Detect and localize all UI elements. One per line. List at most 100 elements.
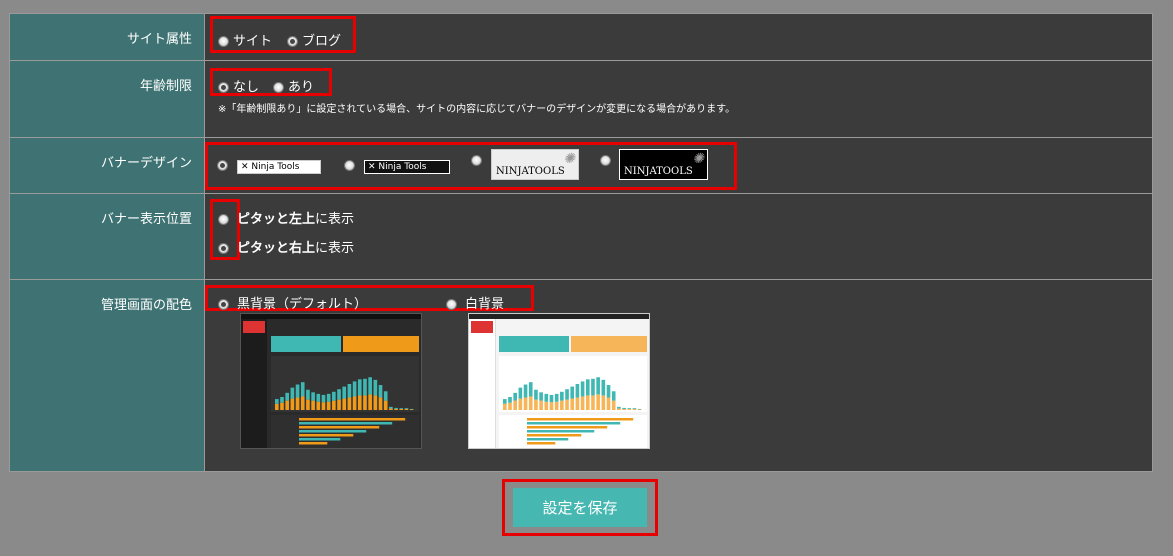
preview-hbars-light (527, 418, 634, 445)
preview-bar-teal (363, 378, 367, 396)
preview-bar-teal (300, 382, 305, 397)
preview-bar-orange (503, 403, 507, 410)
preview-bar-orange (560, 400, 564, 410)
theme-option-white[interactable]: 白背景 (446, 293, 504, 312)
preview-bar-teal (383, 391, 388, 401)
preview-topbar (469, 314, 649, 319)
banner-radio-4[interactable] (600, 155, 611, 166)
preview-hbar (299, 438, 341, 441)
preview-bar-teal (528, 382, 533, 397)
preview-bar-orange (528, 396, 533, 410)
banner-option-black-small[interactable]: ✕ Ninja Tools (364, 160, 450, 174)
age-option-none[interactable]: なし (218, 76, 259, 95)
position-right-radio[interactable] (218, 243, 229, 254)
preview-bar-teal (596, 377, 600, 395)
preview-bar-teal (585, 379, 590, 396)
preview-hbar (299, 422, 393, 425)
save-button[interactable]: 設定を保存 (513, 488, 647, 527)
banner-option-black-large[interactable]: NINJATOOLS ✺ (619, 149, 708, 180)
preview-chart-light (503, 377, 642, 410)
preview-bar-orange (617, 408, 621, 410)
preview-bar-orange (585, 395, 590, 410)
age-label: 年齢制限 (9, 60, 205, 138)
theme-cell: 黒背景（デフォルト） 白背景 (204, 279, 1153, 472)
theme-preview-dark[interactable] (240, 313, 422, 449)
preview-bar-orange (363, 395, 367, 410)
preview-bar-teal (285, 392, 289, 401)
preview-hbar (299, 434, 354, 437)
preview-bar-teal (611, 391, 616, 401)
preview-bar-teal (518, 387, 523, 399)
preview-hbars-dark (299, 418, 406, 445)
preview-bar-orange (300, 396, 305, 410)
site-attr-option-blog[interactable]: ブログ (287, 30, 341, 49)
position-cell: ピタッと左上に表示 ピタッと右上に表示 (204, 193, 1153, 280)
preview-logo (471, 321, 493, 333)
theme-black-radio[interactable] (218, 299, 229, 310)
preview-bar-orange (549, 402, 554, 410)
position-left-radio[interactable] (218, 214, 229, 225)
position-option-right[interactable]: ピタッと右上に表示 (218, 237, 354, 256)
preview-bar-teal (627, 408, 632, 409)
preview-bar-orange (373, 395, 378, 410)
theme-preview-light[interactable] (468, 313, 650, 449)
banner-radio-2[interactable] (344, 160, 355, 171)
preview-bar-teal (622, 407, 626, 409)
theme-option-black[interactable]: 黒背景（デフォルト） (218, 293, 367, 312)
banner-radio-3[interactable] (471, 155, 482, 166)
ninja-swirl-icon: ✺ (692, 151, 704, 167)
banner-option-white-small[interactable]: ✕ Ninja Tools (237, 160, 321, 174)
preview-bar-orange (534, 399, 538, 410)
age-yes-radio[interactable] (273, 82, 284, 93)
preview-bar-orange (575, 397, 580, 410)
preview-hbar (299, 430, 367, 433)
position-option-left[interactable]: ピタッと左上に表示 (218, 208, 354, 227)
site-attr-label: サイト属性 (9, 13, 205, 61)
banner-option-white-large[interactable]: NINJATOOLS ✺ (491, 149, 579, 180)
preview-bar-orange (513, 400, 517, 410)
preview-bar-teal (617, 406, 621, 409)
preview-bar-orange (311, 400, 315, 410)
preview-bar-orange (632, 408, 637, 410)
preview-bar-orange (622, 408, 626, 410)
preview-bar-orange (357, 395, 362, 410)
preview-bar-teal (560, 391, 564, 401)
preview-bar-teal (606, 385, 611, 398)
preview-bar-teal (554, 393, 559, 402)
preview-hbar (527, 438, 569, 441)
preview-bar-orange (627, 408, 632, 410)
banner-radio-1[interactable] (217, 160, 228, 171)
preview-bar-orange (394, 408, 398, 410)
preview-bar-orange (508, 402, 512, 410)
site-radio[interactable] (218, 36, 229, 47)
preview-bar-orange (565, 399, 569, 410)
preview-bar-orange (285, 400, 289, 410)
preview-bar-teal (368, 377, 372, 395)
save-highlight: 設定を保存 (502, 479, 658, 536)
preview-bar-teal (326, 393, 331, 402)
preview-bar-orange (596, 394, 600, 410)
preview-bar-teal (539, 392, 543, 401)
preview-bar-orange (383, 400, 388, 410)
preview-bar-teal (347, 384, 352, 398)
preview-bar-teal (632, 408, 637, 409)
preview-bar-teal (321, 394, 326, 403)
preview-sidebar (241, 319, 267, 448)
site-attr-option-site[interactable]: サイト (218, 30, 272, 49)
blog-radio[interactable] (287, 36, 298, 47)
preview-bar-teal (290, 387, 295, 399)
preview-bar-orange (352, 396, 357, 410)
age-none-radio[interactable] (218, 82, 229, 93)
preview-bar-orange (342, 398, 347, 410)
preview-bar-teal (295, 384, 300, 398)
theme-white-radio[interactable] (446, 299, 457, 310)
preview-bar-teal (591, 378, 595, 396)
preview-bar-teal (275, 399, 279, 404)
preview-bar-teal (342, 386, 347, 399)
age-option-yes[interactable]: あり (273, 76, 314, 95)
preview-bar-orange (332, 400, 336, 410)
preview-bar-orange (280, 402, 284, 410)
preview-bar-teal (352, 381, 357, 397)
preview-bar-orange (523, 397, 528, 410)
age-note: ※「年齢制限あり」に設定されている場合、サイトの内容に応じてバナーのデザインが変… (218, 104, 736, 115)
